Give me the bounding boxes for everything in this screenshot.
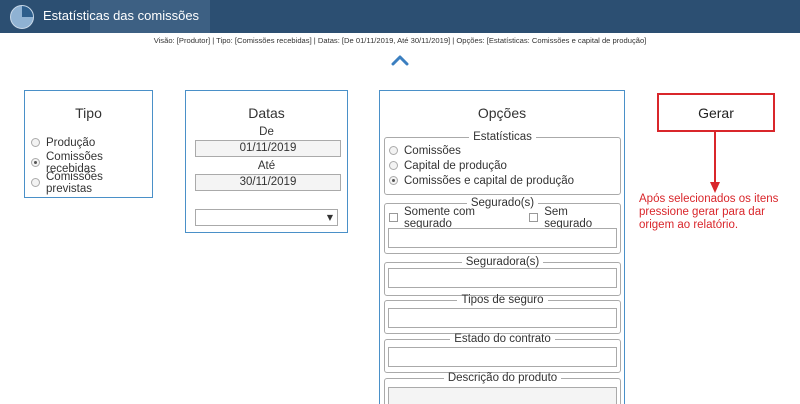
radio-comissoes-capital[interactable]: Comissões e capital de produção [389, 173, 616, 188]
radio-label: Produção [46, 136, 96, 149]
date-to-input[interactable]: 30/11/2019 [195, 174, 341, 191]
radio-comissoes[interactable]: Comissões [389, 143, 616, 158]
radio-button[interactable] [31, 158, 40, 167]
tipo-panel: Tipo Produção Comissões recebidas Comiss… [24, 90, 153, 198]
radio-label: Comissões e capital de produção [404, 174, 575, 187]
estado-contrato-legend: Estado do contrato [454, 333, 551, 345]
datas-title: Datas [248, 105, 285, 121]
estado-contrato-input[interactable] [388, 347, 617, 367]
gerar-hint: Após selecionados os itens pressione ger… [639, 193, 779, 231]
radio-label: Capital de produção [404, 159, 507, 172]
checkbox-label: Sem segurado [544, 205, 593, 230]
radio-button[interactable] [31, 178, 40, 187]
checkbox-somente-com-segurado[interactable] [389, 213, 398, 222]
checkbox-label: Somente com segurado [404, 205, 475, 230]
from-label: De [259, 126, 274, 138]
radio-comissoes-previstas[interactable]: Comissões previstas [31, 171, 152, 195]
seguradoras-input[interactable] [388, 268, 617, 288]
tipo-title: Tipo [75, 105, 102, 121]
estatisticas-legend: Estatísticas [473, 131, 532, 143]
segurados-input[interactable] [388, 228, 617, 248]
radio-capital-producao[interactable]: Capital de produção [389, 158, 616, 173]
radio-button[interactable] [389, 146, 398, 155]
estatisticas-group: Estatísticas Comissões Capital de produç… [384, 131, 621, 195]
radio-button[interactable] [389, 176, 398, 185]
datas-panel: Datas De 01/11/2019 Até 30/11/2019 ▼ [185, 90, 348, 233]
filter-summary: Visão: [Produtor] | Tipo: [Comissões rec… [153, 36, 647, 45]
to-label: Até [257, 160, 276, 172]
arrow-down-icon [710, 132, 720, 193]
opcoes-title: Opções [477, 105, 527, 121]
chevron-up-icon[interactable] [391, 54, 409, 66]
radio-button[interactable] [31, 138, 40, 147]
radio-label: Comissões previstas [46, 170, 103, 195]
tipos-seguro-legend: Tipos de seguro [461, 294, 544, 306]
segurados-checks: Somente com segurado Sem segurado [389, 206, 616, 230]
radio-label: Comissões [404, 144, 461, 157]
radio-comissoes-recebidas[interactable]: Comissões recebidas [31, 151, 152, 175]
descricao-produto-legend: Descrição do produto [447, 372, 558, 384]
gerar-button[interactable]: Gerar [657, 93, 775, 132]
checkbox-sem-segurado[interactable] [529, 213, 539, 222]
radio-producao[interactable]: Produção [31, 135, 152, 150]
app-logo-icon [10, 5, 34, 29]
date-from-input[interactable]: 01/11/2019 [195, 140, 341, 157]
radio-button[interactable] [389, 161, 398, 170]
descricao-produto-input[interactable] [388, 387, 617, 404]
seguradoras-legend: Seguradora(s) [465, 256, 540, 268]
tipos-seguro-input[interactable] [388, 308, 617, 328]
app-header: Estatísticas das comissões [0, 0, 800, 33]
chevron-down-icon: ▼ [326, 213, 333, 222]
opcoes-panel: Opções Estatísticas Comissões Capital de… [379, 90, 625, 404]
page-title: Estatísticas das comissões [43, 8, 200, 23]
date-select[interactable]: ▼ [195, 209, 338, 226]
